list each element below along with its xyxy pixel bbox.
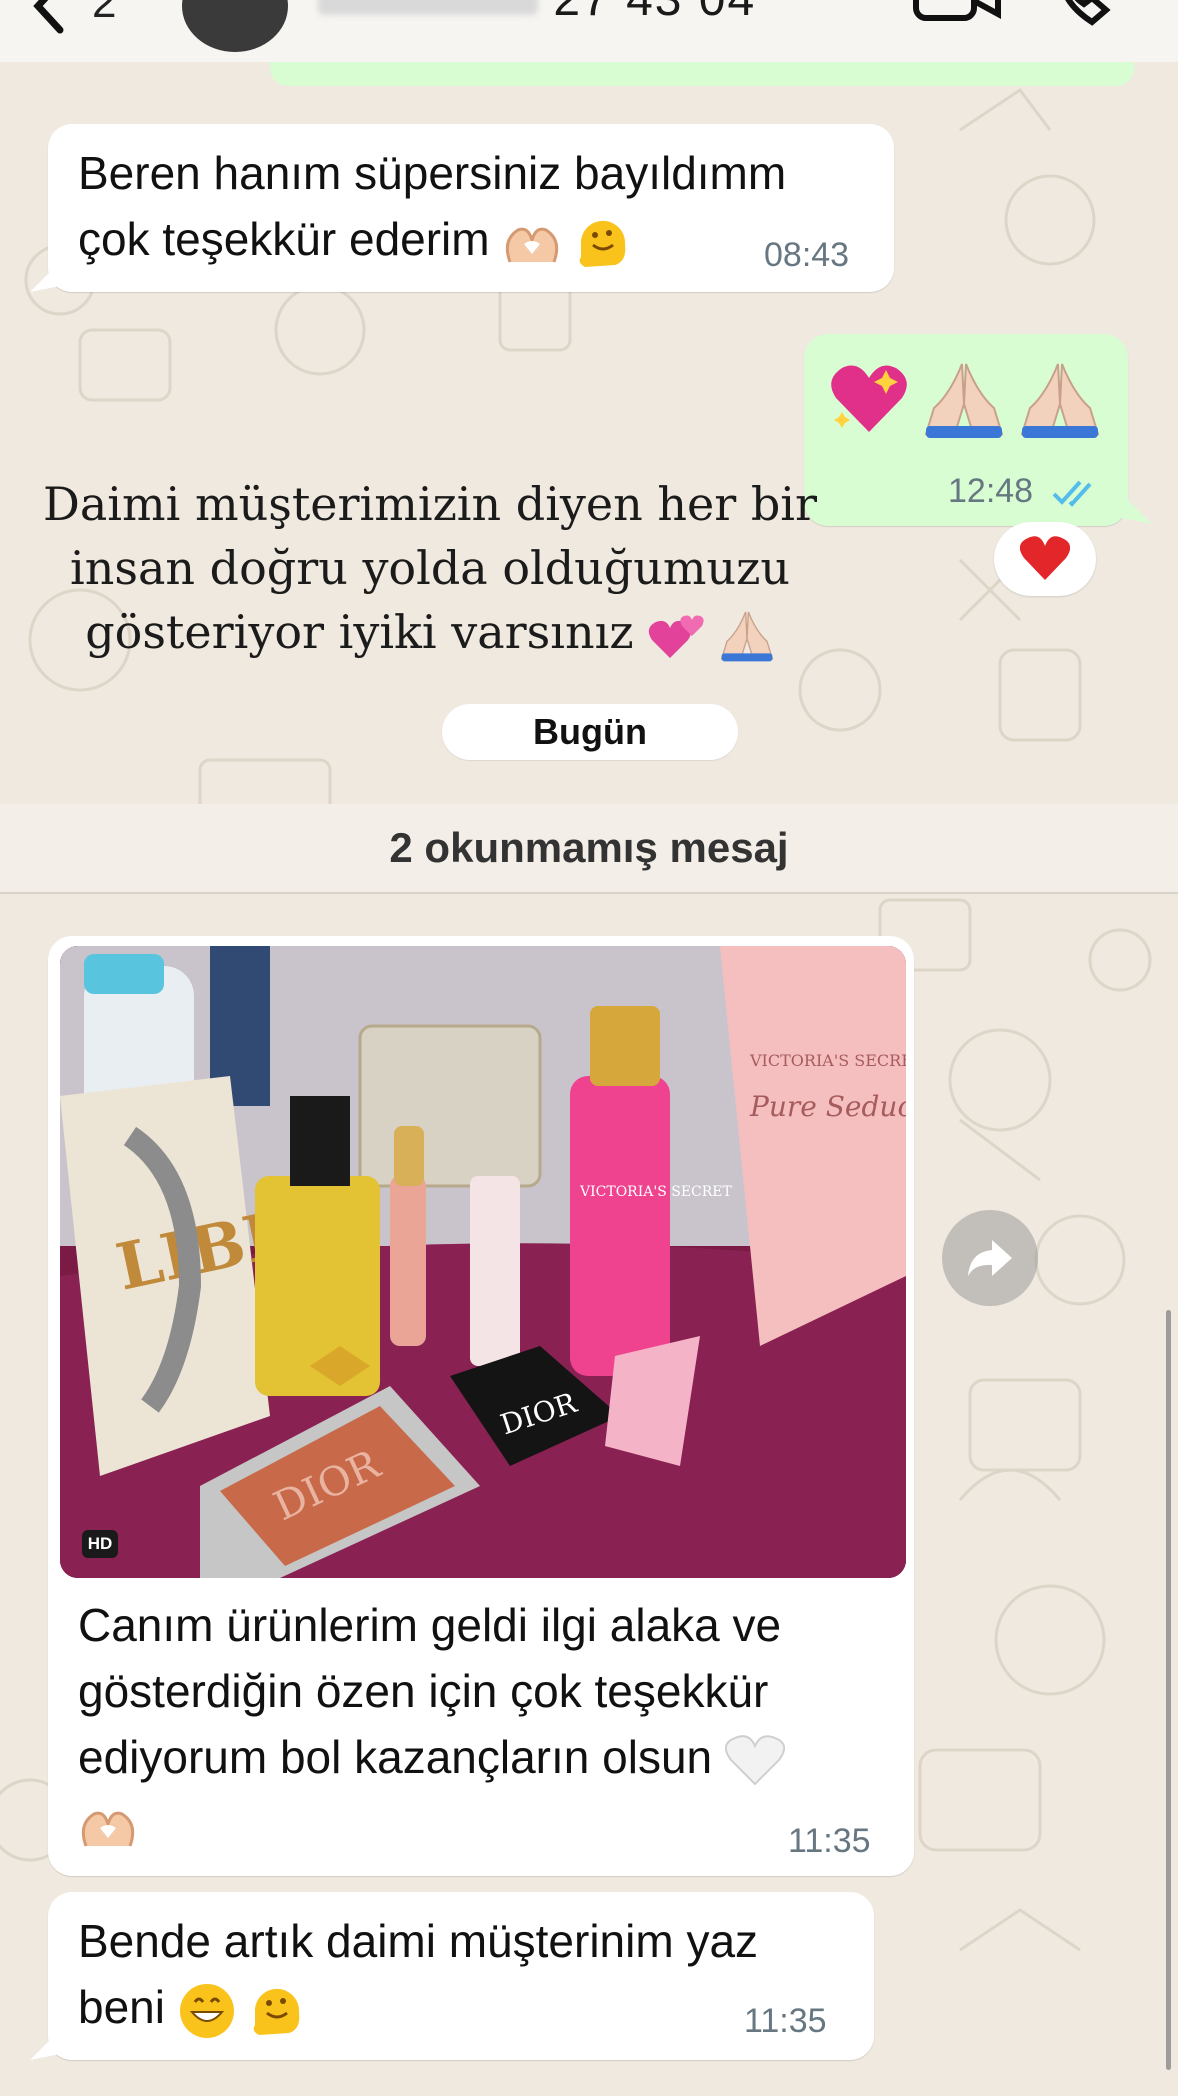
vs-tube-name: Pure Seduction xyxy=(749,1090,906,1123)
message-time: 11:35 xyxy=(744,2002,827,2040)
heart-hands-emoji-icon xyxy=(506,227,559,263)
scrollbar[interactable] xyxy=(1166,1310,1171,2070)
melting-face-emoji-icon xyxy=(579,220,626,267)
sparkling-heart-emoji-icon xyxy=(831,365,907,432)
message-text-line: çok teşekkür ederim xyxy=(78,213,490,265)
overlay-caption-line: insan doğru yolda olduğumuzu xyxy=(70,541,790,595)
redacted-number-part xyxy=(318,0,538,16)
vs-tube-brand: VICTORIA'S SECRET xyxy=(749,1051,906,1070)
caption-text: Canım ürünlerim geldi ilgi alaka ve göst… xyxy=(78,1592,908,1856)
message-time: 12:48 xyxy=(948,472,1034,510)
caption-line: ediyorum bol kazançların olsun xyxy=(78,1731,713,1783)
two-hearts-emoji-icon xyxy=(648,615,704,658)
phone-visible-digits: 27 43 04 xyxy=(553,0,756,26)
hd-badge: HD xyxy=(82,1530,118,1558)
bubble-tail xyxy=(30,2030,60,2060)
chat-header: 2 27 43 04 xyxy=(0,0,1178,62)
folded-hands-emoji-icon xyxy=(1020,363,1100,438)
white-heart-emoji-icon xyxy=(724,1735,785,1786)
forward-icon xyxy=(968,1240,1012,1276)
bubble-tail xyxy=(1122,494,1152,524)
date-separator: Bugün xyxy=(442,704,738,760)
caption-line: Canım ürünlerim geldi ilgi alaka ve xyxy=(78,1599,782,1651)
contact-phone-number[interactable]: 27 43 04 xyxy=(318,0,756,27)
previous-outgoing-bubble-edge xyxy=(270,62,1134,86)
contact-avatar[interactable] xyxy=(182,0,288,52)
message-text-line: Bende artık daimi müşterinim yaz xyxy=(78,1915,759,1967)
incoming-message[interactable]: Beren hanım süpersiniz bayıldımm çok teş… xyxy=(48,124,894,292)
melting-face-emoji-icon xyxy=(253,1988,299,2035)
phone-call-icon[interactable] xyxy=(1054,0,1124,28)
overlay-caption: Daimi müşterimizin diyen her bir insan d… xyxy=(30,472,830,664)
outgoing-message[interactable]: 12:48 xyxy=(804,334,1128,526)
message-time: 11:35 xyxy=(788,1822,871,1860)
message-time: 08:43 xyxy=(764,236,850,274)
back-arrow-icon[interactable] xyxy=(24,0,84,36)
incoming-message[interactable]: Bende artık daimi müşterinim yaz beni 11… xyxy=(48,1892,874,2060)
overlay-caption-line: gösteriyor iyiki varsınız xyxy=(85,605,634,659)
message-text-line: beni xyxy=(78,1981,165,2033)
unread-messages-banner: 2 okunmamış mesaj xyxy=(0,804,1178,894)
video-call-icon[interactable] xyxy=(912,0,1002,22)
overlay-caption-line: Daimi müşterimizin diyen her bir xyxy=(43,477,817,531)
red-heart-icon xyxy=(1020,536,1070,580)
folded-hands-emoji-icon xyxy=(720,611,774,662)
heart-reaction[interactable] xyxy=(994,522,1096,596)
unread-chats-count[interactable]: 2 xyxy=(92,0,116,28)
forward-button[interactable] xyxy=(942,1210,1038,1306)
vs-bottle-label: VICTORIA'S SECRET xyxy=(579,1184,733,1200)
grinning-face-emoji-icon xyxy=(179,1983,234,2038)
cosmetics-photo[interactable]: LIBRE VICTORIA'S SECRET VICTORIA'S SECRE… xyxy=(60,946,906,1578)
heart-hands-emoji-icon xyxy=(81,1811,135,1847)
caption-line: gösterdiğin özen için çok teşekkür xyxy=(78,1665,769,1717)
message-text-line: Beren hanım süpersiniz bayıldımm xyxy=(78,147,787,199)
read-ticks-icon xyxy=(1052,480,1092,507)
bubble-tail xyxy=(30,262,60,292)
folded-hands-emoji-icon xyxy=(924,363,1004,438)
